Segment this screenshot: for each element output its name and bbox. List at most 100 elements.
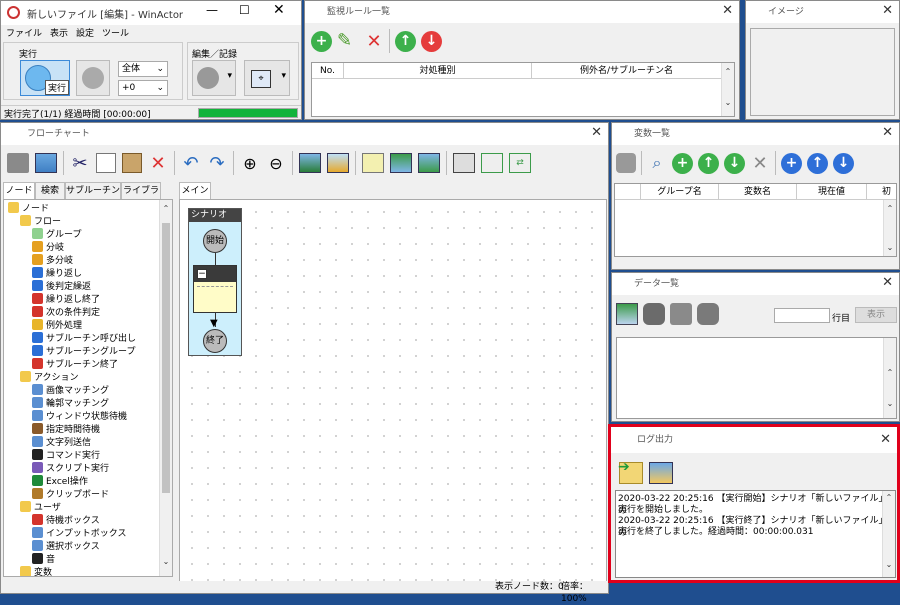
tree-item[interactable]: グループ [32, 228, 81, 241]
zoom-out-icon[interactable]: ⊖ [266, 154, 286, 173]
menu-tools[interactable]: ツール [102, 26, 129, 40]
tree-item[interactable]: サブルーチン終了 [32, 358, 118, 371]
minimize-button[interactable]: — [206, 3, 218, 17]
delete-icon[interactable]: ✕ [750, 153, 770, 174]
comment-icon[interactable] [362, 153, 384, 173]
menu-file[interactable]: ファイル [6, 26, 42, 40]
group-down-icon[interactable]: ↓ [833, 152, 854, 174]
image-icon[interactable] [35, 153, 57, 173]
show-button[interactable]: 表示 [855, 307, 897, 323]
data-settings-icon[interactable] [697, 303, 719, 325]
close-icon[interactable]: ✕ [722, 4, 733, 18]
col-action-type[interactable]: 対処種別 [344, 63, 532, 79]
cut-icon[interactable]: ✂ [70, 153, 90, 174]
tree-item[interactable]: インプットボックス [32, 527, 126, 540]
tree-item[interactable]: サブルーチングループ [32, 345, 135, 358]
close-icon[interactable]: ✕ [882, 126, 893, 140]
move-up-icon[interactable]: ↑ [698, 152, 719, 174]
tree-item[interactable]: ウィンドウ状態待機 [32, 410, 127, 423]
copy-icon[interactable] [96, 153, 116, 173]
capture-icon[interactable] [327, 153, 349, 173]
tree-item[interactable]: 後判定繰返 [32, 280, 91, 293]
export-data-icon[interactable] [670, 303, 692, 325]
clear-log-icon[interactable] [649, 462, 673, 484]
import-data-icon[interactable] [616, 303, 638, 325]
tree-item[interactable]: ユーザ [20, 501, 61, 514]
windows-icon[interactable] [453, 153, 475, 173]
swap-icon[interactable]: ⇄ [509, 153, 531, 173]
tab-main[interactable]: メイン [179, 182, 211, 199]
tree-item[interactable]: クリップボード [32, 488, 109, 501]
move-down-icon[interactable]: ↓ [421, 30, 442, 52]
tree-item[interactable]: スクリプト実行 [32, 462, 109, 475]
variable-grid[interactable]: グループ名 変数名 現在値 初 ⌃ ⌄ [614, 183, 897, 257]
undo-icon[interactable]: ↶ [181, 153, 201, 174]
tree-item[interactable]: 文字列送信 [32, 436, 91, 449]
edit-image-icon[interactable] [299, 153, 321, 173]
tree-item[interactable]: 指定時間待機 [32, 423, 100, 436]
database-icon[interactable] [643, 303, 665, 325]
zoom-in-icon[interactable]: ⊕ [240, 154, 260, 173]
tree-item[interactable]: Excel操作 [32, 475, 88, 488]
close-icon[interactable]: ✕ [591, 126, 602, 140]
menu-settings[interactable]: 設定 [76, 26, 94, 40]
tree-item[interactable]: 次の条件判定 [32, 306, 100, 319]
tree-item[interactable]: サブルーチン呼び出し [32, 332, 136, 345]
tab-nodes[interactable]: ノード [3, 182, 35, 199]
data-grid[interactable]: ⌃ ⌄ [616, 337, 897, 419]
tree-item[interactable]: コマンド実行 [32, 449, 100, 462]
log-text-area[interactable]: 2020-03-22 20:25:16 【実行開始】シナリオ「新しいファイル」の… [615, 490, 896, 578]
collapse-icon[interactable]: − [197, 269, 207, 279]
tree-item[interactable]: 例外処理 [32, 319, 82, 332]
vertical-scrollbar[interactable]: ⌃ ⌄ [159, 200, 172, 576]
tree-item[interactable]: 輪郭マッチング [32, 397, 109, 410]
col-group-name[interactable]: グループ名 [641, 184, 719, 200]
close-icon[interactable]: ✕ [882, 276, 893, 290]
vertical-scrollbar[interactable]: ⌃ ⌄ [883, 338, 896, 418]
vertical-scrollbar[interactable]: ⌃ ⌄ [883, 200, 896, 256]
export-subroutine-icon[interactable] [418, 153, 440, 173]
tree-item[interactable]: 音 [32, 553, 55, 566]
start-node[interactable]: 開始 [203, 229, 227, 253]
pencil-icon[interactable]: ✎ [337, 30, 359, 52]
move-down-icon[interactable]: ↓ [724, 152, 745, 174]
tree-item[interactable]: 分岐 [32, 241, 64, 254]
tree-item[interactable]: 画像マッチング [32, 384, 109, 397]
add-group-icon[interactable]: + [781, 152, 802, 174]
paste-icon[interactable] [122, 153, 142, 173]
open-folder-icon[interactable]: ➔ [618, 459, 643, 484]
tree-item[interactable]: 選択ボックス [32, 540, 100, 553]
tree-item[interactable]: 繰り返し [32, 267, 82, 280]
tab-library[interactable]: ライブラリ [121, 182, 161, 212]
scope-select[interactable]: 全体 ⌄ [118, 61, 168, 77]
maximize-button[interactable]: ☐ [239, 3, 250, 17]
group-node[interactable]: − [193, 265, 237, 313]
tree-item[interactable]: ノード [8, 202, 49, 215]
speed-select[interactable]: +0 ⌄ [118, 80, 168, 96]
col-initial-value[interactable]: 初 [867, 184, 896, 200]
end-node[interactable]: 終了 [203, 329, 227, 353]
tree-item[interactable]: 待機ボックス [32, 514, 100, 527]
close-icon[interactable]: ✕ [880, 433, 891, 447]
run-button[interactable]: 実行 [20, 60, 70, 96]
flowchart-canvas[interactable]: シナリオ 開始 − ▼ 終了 [179, 199, 607, 583]
hand-icon[interactable] [616, 153, 636, 173]
tree-item[interactable]: アクション [20, 371, 79, 384]
tree-item[interactable]: 変数 [20, 566, 52, 576]
redo-icon[interactable]: ↷ [207, 153, 227, 174]
col-exception-name[interactable]: 例外名/サブルーチン名 [532, 63, 722, 79]
target-button[interactable]: ⌖ ▾ [244, 60, 290, 96]
add-node-icon[interactable] [481, 153, 503, 173]
export-icon[interactable] [7, 153, 29, 173]
vertical-scrollbar[interactable]: ⌃ ⌄ [882, 491, 895, 577]
rule-grid[interactable]: No. 対処種別 例外名/サブルーチン名 ⌃ ⌄ [311, 62, 735, 117]
move-up-icon[interactable]: ↑ [395, 30, 416, 52]
vertical-scrollbar[interactable]: ⌃ ⌄ [721, 63, 734, 116]
scenario-block[interactable]: シナリオ 開始 − ▼ 終了 [188, 208, 242, 356]
col-no[interactable]: No. [312, 63, 344, 79]
add-icon[interactable]: + [672, 152, 693, 174]
scroll-thumb[interactable] [162, 223, 170, 493]
close-icon[interactable]: ✕ [882, 4, 893, 18]
tab-subroutine[interactable]: サブルーチン [65, 182, 121, 199]
add-icon[interactable]: + [311, 30, 332, 52]
